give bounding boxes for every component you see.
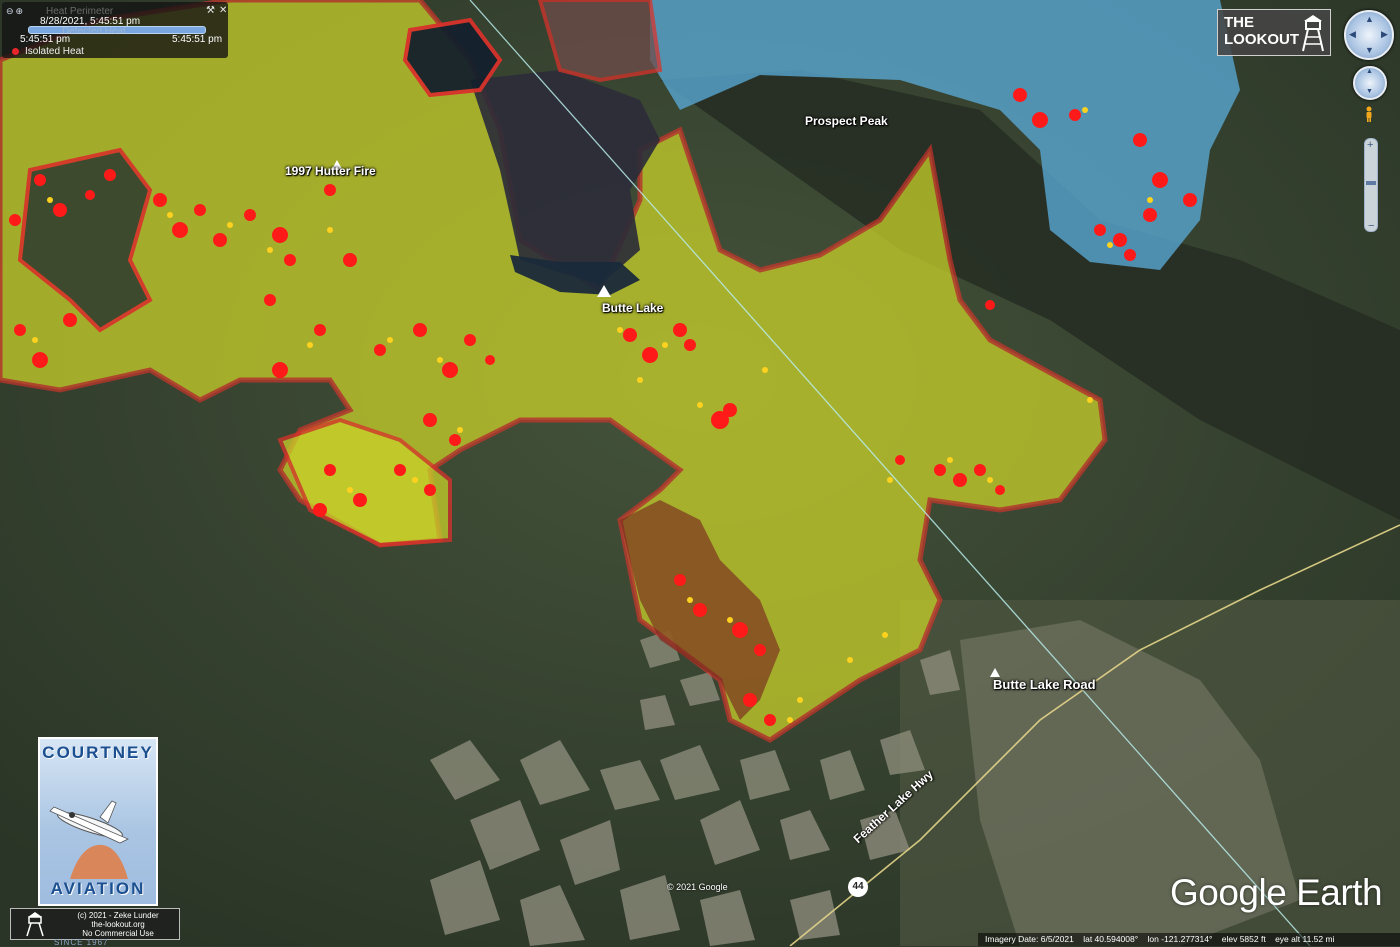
- heat-dot-icon: [12, 48, 19, 55]
- label-hutter-fire[interactable]: 1997 Hutter Fire: [285, 164, 376, 178]
- legend-isolated-heat: Isolated Heat: [12, 46, 84, 57]
- road-marker-icon[interactable]: [990, 668, 1000, 677]
- time-slider-panel[interactable]: ⊖⊕ Heat Perimeter 8/28/2021, 5:45:51 pm …: [2, 2, 228, 58]
- latitude: lat 40.594008°: [1083, 934, 1139, 944]
- chevron-left-icon[interactable]: ◀: [1349, 29, 1356, 40]
- chevron-up-icon[interactable]: ▲: [1365, 14, 1374, 24]
- zoom-out-icon[interactable]: −: [1368, 220, 1374, 232]
- longitude: lon -121.277314°: [1147, 934, 1213, 944]
- chevron-down-icon[interactable]: ▼: [1365, 45, 1374, 55]
- move-control[interactable]: ▲ ▼: [1353, 66, 1387, 100]
- look-around-control[interactable]: ▲ ▼ ◀ ▶: [1344, 10, 1394, 60]
- timeline-ghost-detected: Detected Heat: [62, 26, 126, 37]
- pegman-icon[interactable]: [1364, 106, 1374, 122]
- lake-marker-icon[interactable]: [597, 285, 611, 297]
- satellite-map[interactable]: [0, 0, 1400, 946]
- lookout-tower-icon: [1302, 15, 1324, 52]
- credit-text: (c) 2021 - Zeke Lunder the-lookout.org N…: [59, 911, 177, 938]
- zoom-knob[interactable]: [1366, 181, 1376, 185]
- lookout-tower-small-icon: [26, 912, 44, 937]
- credit-line2: the-lookout.org: [91, 920, 145, 929]
- courtney-aviation-logo: COURTNEY AVIATION: [38, 737, 158, 906]
- north-burn-area: [537, 0, 663, 83]
- move-down-icon[interactable]: ▼: [1366, 88, 1373, 95]
- zoom-in-icon[interactable]: +: [1367, 139, 1373, 151]
- courtney-top-text: COURTNEY: [42, 743, 154, 762]
- wrench-icon[interactable]: ⚒✕: [206, 5, 231, 16]
- credit-line1: (c) 2021 - Zeke Lunder: [77, 911, 159, 920]
- move-up-icon[interactable]: ▲: [1366, 68, 1373, 75]
- zoom-slider[interactable]: + −: [1364, 138, 1378, 232]
- timeline-zoom-icons[interactable]: ⊖⊕: [6, 6, 25, 17]
- lookout-line1: THE: [1224, 14, 1254, 31]
- label-prospect-peak[interactable]: Prospect Peak: [805, 114, 888, 128]
- lookout-logo: THE LOOKOUT: [1217, 9, 1331, 56]
- elevation: elev 5852 ft: [1221, 934, 1266, 944]
- eye-altitude: eye alt 11.52 mi: [1275, 934, 1335, 944]
- legend-label: Isolated Heat: [25, 46, 84, 57]
- google-earth-logo: Google Earth: [1170, 872, 1383, 913]
- imagery-date: Imagery Date: 6/5/2021: [985, 934, 1074, 944]
- lookout-line2: LOOKOUT: [1224, 31, 1299, 48]
- imagery-copyright: © 2021 Google: [667, 882, 728, 892]
- courtney-bottom-text: AVIATION: [50, 879, 146, 898]
- timeline-end-time: 5:45:51 pm: [172, 34, 223, 45]
- status-bar: Imagery Date: 6/5/2021 lat 40.594008° lo…: [978, 933, 1400, 946]
- airplane-icon: [49, 800, 129, 879]
- credit-box: (c) 2021 - Zeke Lunder the-lookout.org N…: [10, 908, 180, 940]
- label-butte-lake[interactable]: Butte Lake: [602, 301, 663, 315]
- label-butte-lake-road[interactable]: Butte Lake Road: [993, 677, 1096, 692]
- highway-shield-icon: 44: [848, 877, 868, 897]
- chevron-right-icon[interactable]: ▶: [1381, 29, 1388, 40]
- credit-line3: No Commercial Use: [82, 929, 154, 938]
